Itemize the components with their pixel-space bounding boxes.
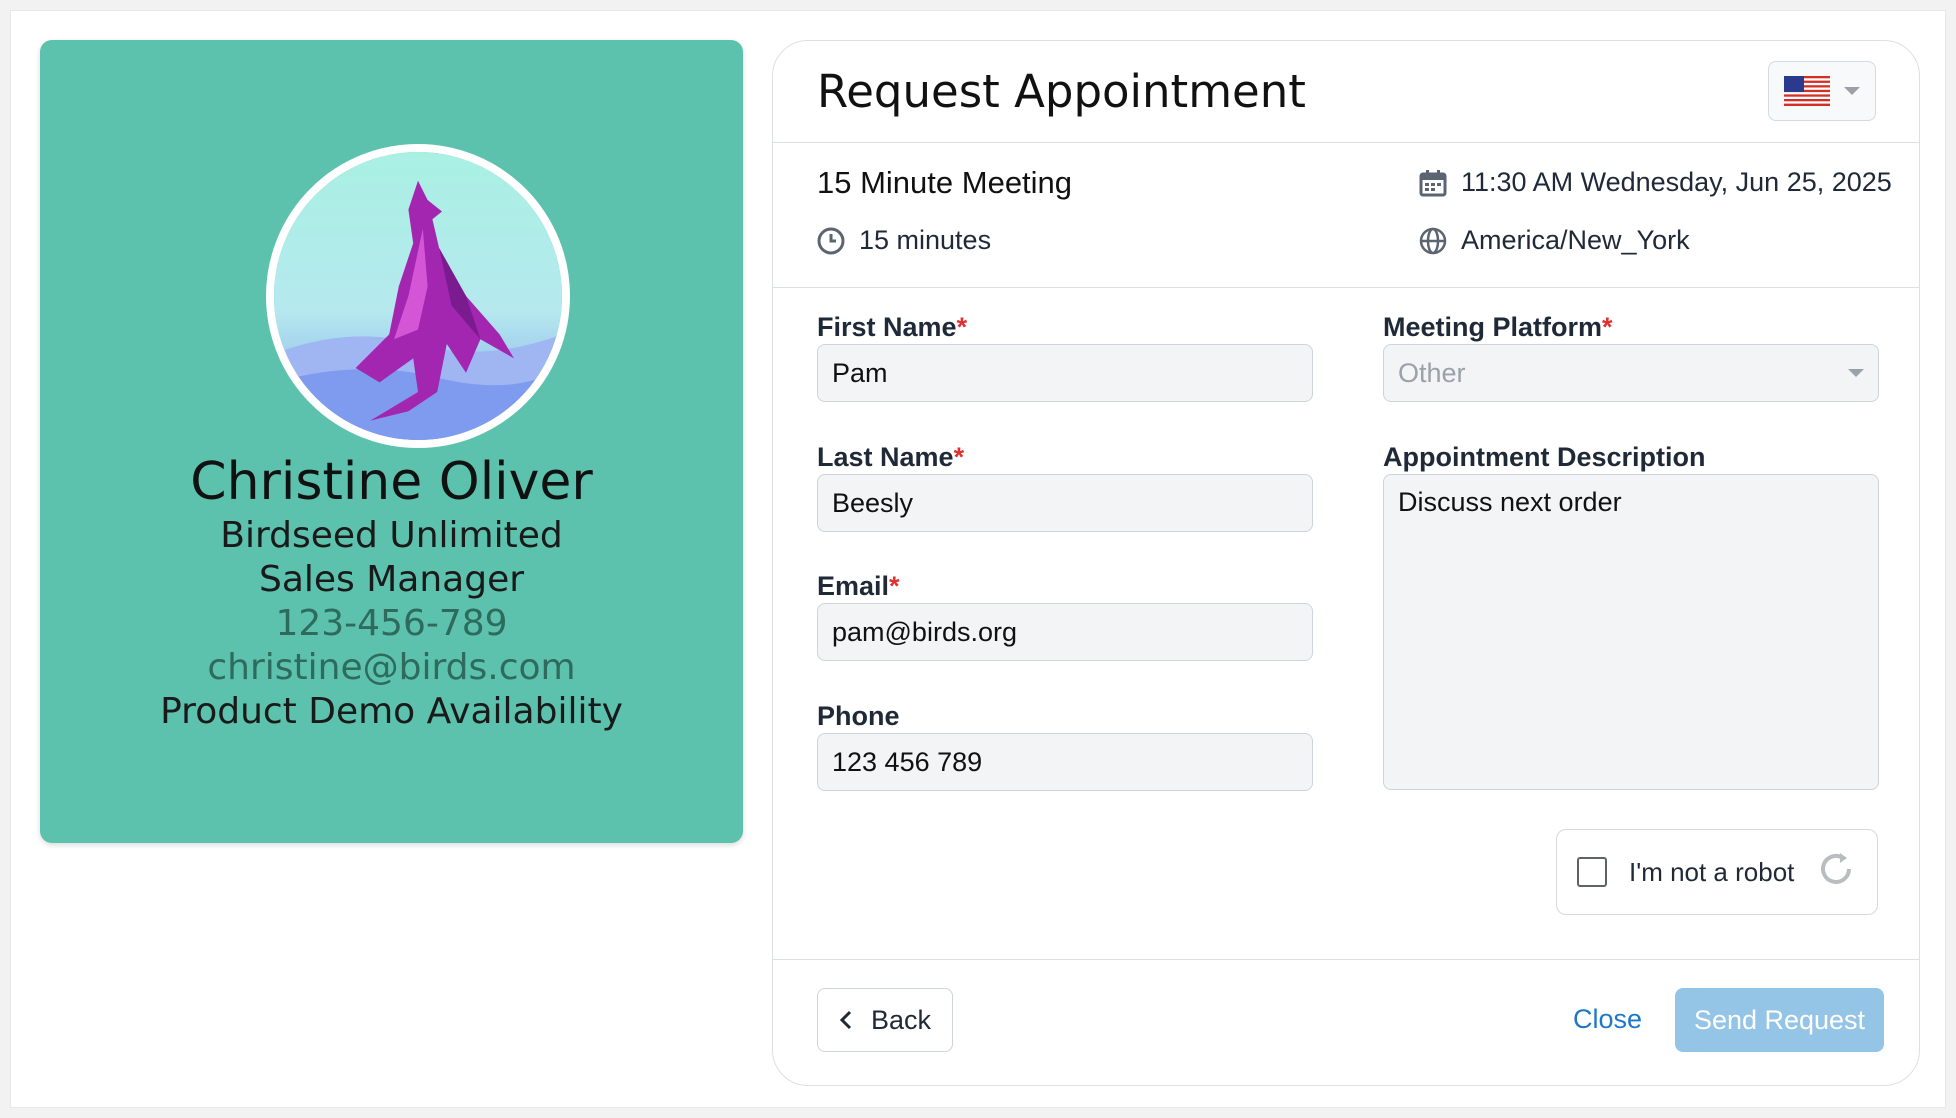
last-name-input[interactable]: Beesly (817, 474, 1313, 532)
profile-role: Sales Manager (258, 559, 525, 600)
duration-text: 15 minutes (859, 225, 992, 255)
meeting-datetime: 11:30 AM Wednesday, Jun 25, 2025 (1419, 167, 1892, 198)
last-name-label: Last Name* (817, 442, 964, 473)
language-selector[interactable] (1768, 61, 1876, 121)
first-name-label-text: First Name (817, 312, 957, 342)
description-label: Appointment Description (1383, 442, 1706, 472)
us-flag-icon (1784, 76, 1830, 106)
close-link[interactable]: Close (1573, 1004, 1642, 1035)
email-input[interactable]: pam@birds.org (817, 603, 1313, 661)
first-name-label: First Name* (817, 312, 967, 343)
chevron-down-icon (1844, 87, 1860, 95)
recaptcha-icon (1816, 849, 1856, 896)
phone-input[interactable]: 123 456 789 (817, 733, 1313, 791)
globe-icon (1419, 227, 1447, 255)
panel-header: Request Appointment (773, 41, 1919, 143)
description-textarea[interactable]: Discuss next order (1383, 474, 1879, 790)
profile-company: Birdseed Unlimited (220, 515, 563, 556)
send-request-button[interactable]: Send Request (1675, 988, 1884, 1052)
back-button[interactable]: Back (817, 988, 953, 1052)
last-name-label-text: Last Name (817, 442, 954, 472)
platform-label: Meeting Platform* (1383, 312, 1613, 343)
meeting-summary: 15 Minute Meeting 15 minutes 11:30 AM We… (773, 143, 1919, 288)
recaptcha-widget: I'm not a robot (1556, 829, 1878, 915)
datetime-text: 11:30 AM Wednesday, Jun 25, 2025 (1461, 167, 1892, 197)
appointment-panel: Request Appointment 15 Minute Meeting 15… (772, 40, 1920, 1086)
recaptcha-label: I'm not a robot (1629, 856, 1795, 887)
platform-select[interactable]: Other (1383, 344, 1879, 402)
profile-phone-link[interactable]: 123-456-789 (40, 602, 743, 646)
dragon-avatar-icon (274, 152, 562, 440)
chevron-down-icon (1848, 369, 1864, 377)
chevron-left-icon (839, 1010, 852, 1030)
profile-email-link[interactable]: christine@birds.com (40, 646, 743, 690)
back-button-label: Back (870, 1004, 932, 1035)
email-label-text: Email (817, 571, 890, 601)
required-mark: * (1602, 312, 1613, 342)
required-mark: * (889, 571, 900, 601)
page: Christine Oliver Birdseed Unlimited Sale… (10, 10, 1946, 1108)
meeting-title: 15 Minute Meeting (817, 165, 1073, 200)
panel-footer: Back Close Send Request (773, 960, 1919, 1085)
clock-icon (817, 227, 845, 255)
required-mark: * (953, 442, 965, 472)
required-mark: * (956, 312, 968, 342)
phone-label: Phone (817, 701, 900, 731)
appointment-form: First Name* Pam Last Name* Beesly Email*… (773, 288, 1919, 960)
calendar-icon (1419, 169, 1447, 197)
avatar (266, 144, 570, 448)
email-label: Email* (817, 571, 900, 602)
recaptcha-checkbox[interactable] (1577, 857, 1607, 887)
profile-name: Christine Oliver (190, 452, 593, 512)
profile-card: Christine Oliver Birdseed Unlimited Sale… (40, 40, 743, 843)
meeting-duration: 15 minutes (817, 225, 991, 256)
platform-label-text: Meeting Platform (1383, 312, 1603, 342)
profile-event-title: Product Demo Availability (160, 691, 623, 732)
platform-selected-value: Other (1398, 357, 1466, 388)
meeting-timezone: America/New_York (1419, 225, 1690, 256)
page-title: Request Appointment (817, 65, 1306, 118)
profile-details: Christine Oliver Birdseed Unlimited Sale… (40, 450, 743, 734)
timezone-text: America/New_York (1461, 225, 1690, 255)
first-name-input[interactable]: Pam (817, 344, 1313, 402)
